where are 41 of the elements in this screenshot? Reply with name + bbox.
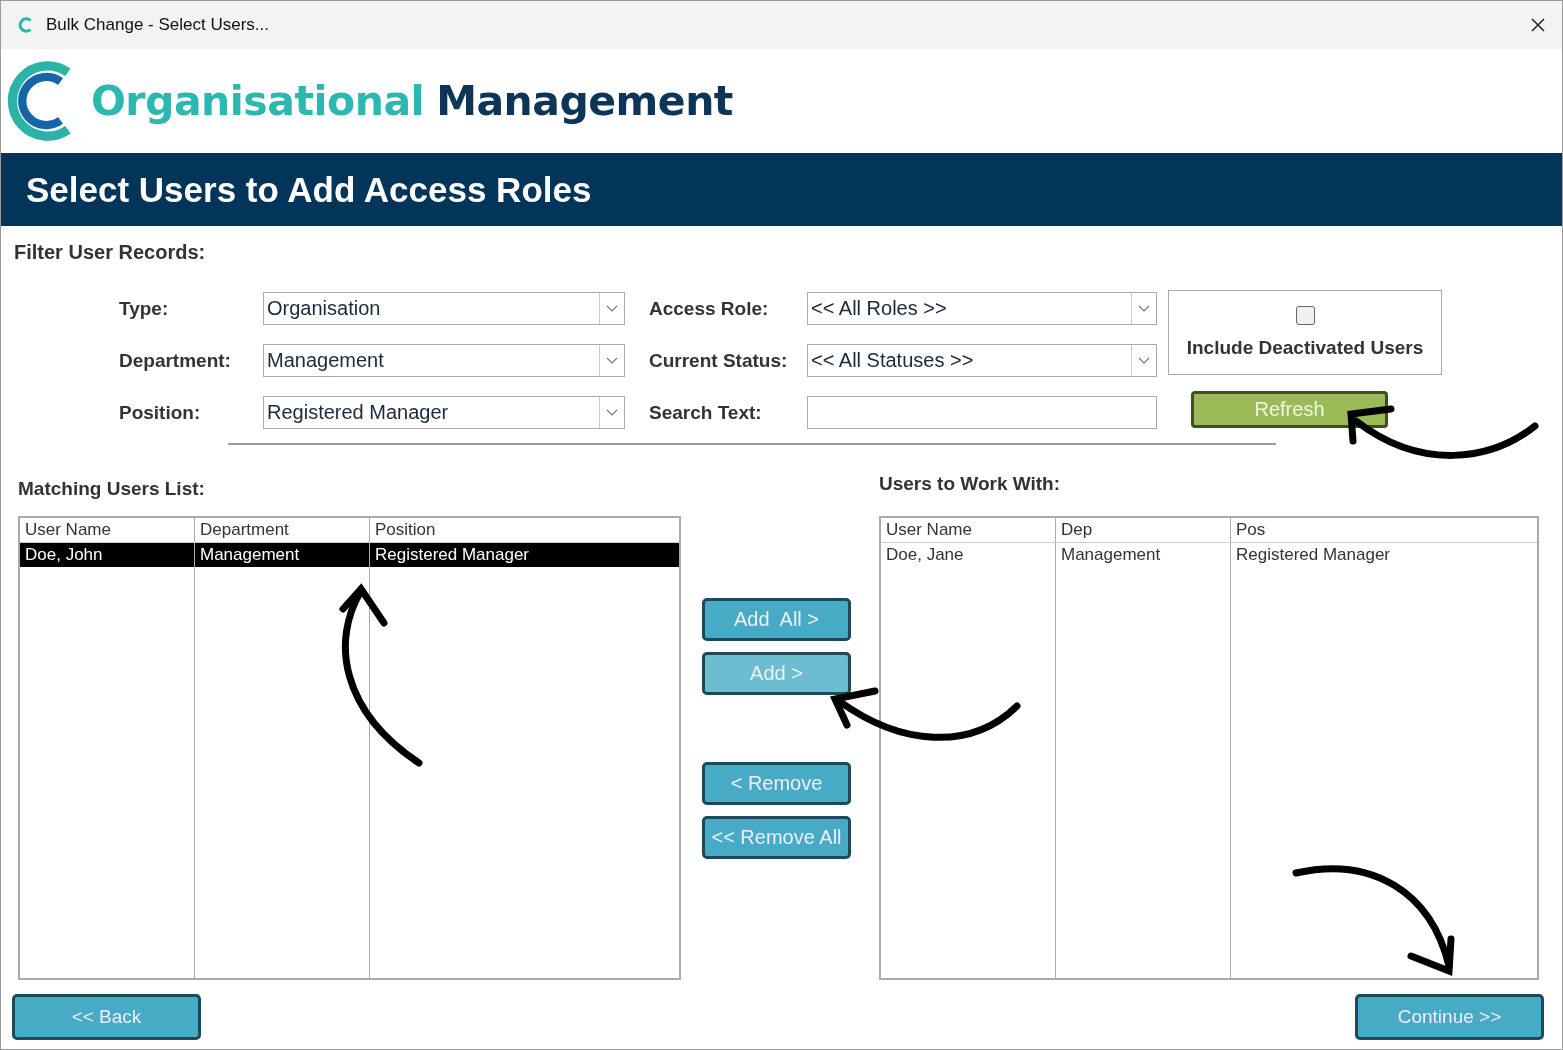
close-icon[interactable] — [1530, 17, 1546, 33]
column-header: Department — [195, 518, 370, 542]
chevron-down-icon — [1138, 356, 1150, 365]
dropdown[interactable]: Management — [263, 344, 625, 377]
section-title: Users to Work With: — [879, 473, 1062, 496]
dropdown[interactable]: Registered Manager — [263, 396, 625, 429]
section-title: Filter User Records: — [14, 241, 207, 264]
table-cell: Management — [195, 543, 370, 567]
chevron-down-icon — [1138, 304, 1150, 313]
field-label: Current Status: — [649, 349, 789, 372]
table-cell: Doe, Jane — [881, 543, 1056, 567]
search-field[interactable] — [807, 396, 1157, 429]
dropdown[interactable]: << All Roles >> — [807, 292, 1157, 325]
list-row[interactable]: Doe, Jane Management Registered Manager — [881, 543, 1537, 567]
chevron-down-icon — [606, 356, 618, 365]
column-header: User Name — [20, 518, 195, 542]
logo-text: Management — [436, 77, 733, 125]
chevron-down-icon — [606, 304, 618, 313]
column-header: Position — [374, 519, 437, 541]
table-cell: Doe, John — [20, 543, 195, 567]
list-row[interactable]: Doe, John Management Registered Manager — [20, 543, 679, 567]
dropdown[interactable]: Organisation — [263, 292, 625, 325]
field-label: Type: — [119, 297, 170, 320]
dropdown[interactable]: << All Statuses >> — [807, 344, 1157, 377]
checkbox-label: Include Deactivated Users — [1186, 337, 1424, 359]
logo-text: Organisational — [91, 77, 425, 125]
field-label: Department: — [119, 349, 232, 372]
checkbox[interactable] — [1295, 306, 1315, 325]
table-cell: Management — [1056, 543, 1231, 567]
field-label: Access Role: — [649, 297, 770, 320]
column-header: User Name — [881, 518, 1056, 542]
page-title: Select Users to Add Access Roles — [26, 169, 592, 210]
chevron-down-icon — [606, 408, 618, 417]
field-label: Position: — [119, 401, 202, 424]
column-header: Dep — [1056, 518, 1231, 542]
section-title: Matching Users List: — [18, 478, 206, 501]
field-label: Search Text: — [649, 401, 763, 424]
column-header: Pos — [1235, 519, 1267, 541]
window-title: Bulk Change - Select Users... — [46, 15, 270, 35]
table-cell-text: Registered Manager — [374, 544, 531, 566]
table-cell-text: Registered Manager — [1235, 544, 1392, 566]
